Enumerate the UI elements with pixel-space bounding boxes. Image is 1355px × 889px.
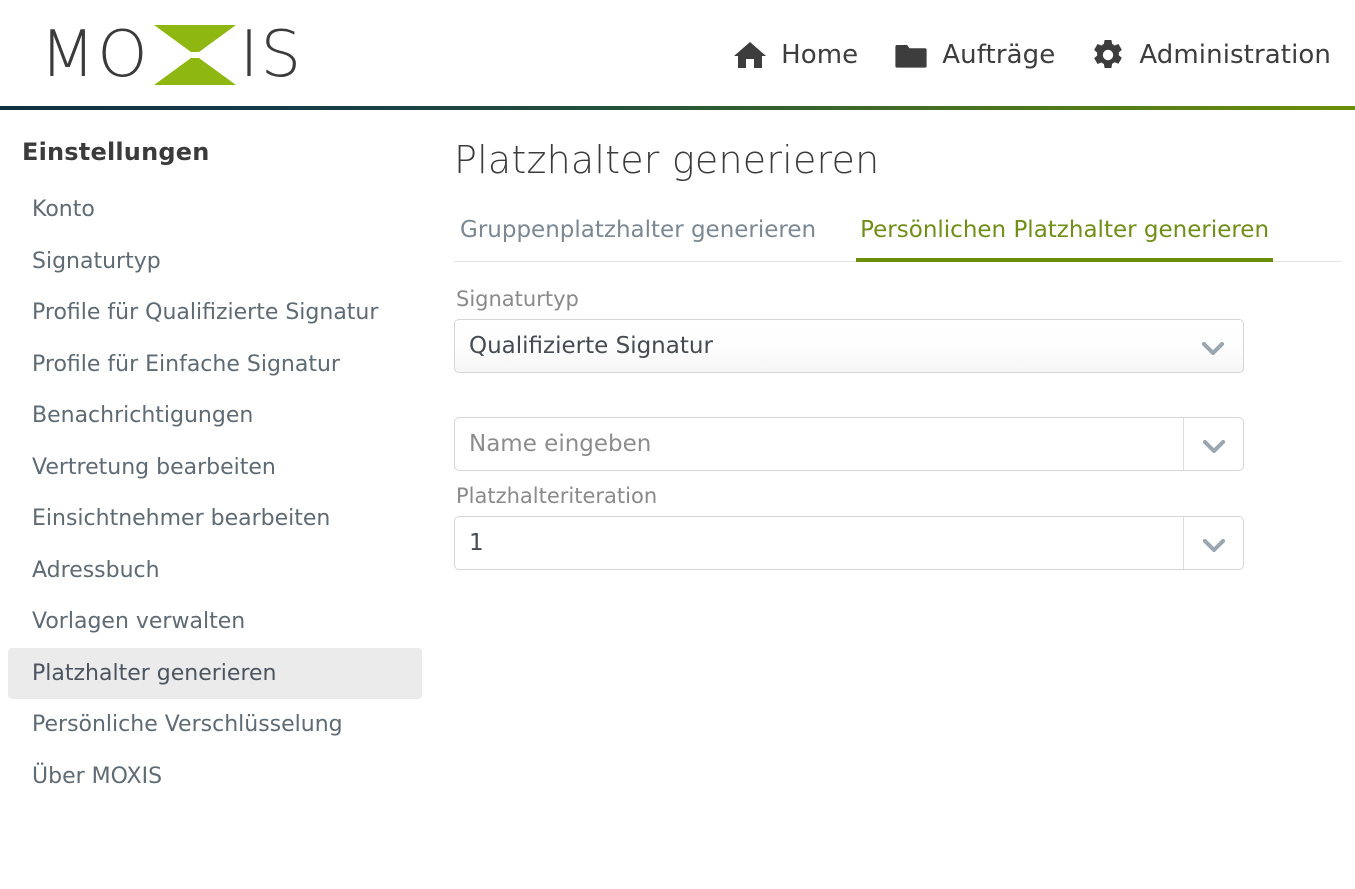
label-platzhalteriteration: Platzhalteriteration: [456, 483, 1244, 510]
nav-item-auftraege[interactable]: Aufträge: [894, 38, 1055, 72]
chevron-down-icon: [1202, 340, 1224, 353]
sidebar-item-vorlagen-verwalten[interactable]: Vorlagen verwalten: [8, 596, 422, 648]
signaturtyp-value: Qualifizierte Signatur: [455, 333, 1183, 359]
form-spacer-small: [454, 471, 1244, 483]
main-content: Platzhalter generieren Gruppenplatzhalte…: [440, 110, 1355, 570]
chevron-down-icon: [1203, 537, 1225, 550]
field-name: Name eingeben: [454, 417, 1244, 471]
tab-gruppenplatzhalter-generieren[interactable]: Gruppenplatzhalter generieren: [456, 216, 820, 262]
logo-text-right: IS: [240, 23, 304, 87]
platzhalteriteration-value[interactable]: 1: [455, 530, 1183, 556]
sidebar-item-profile-qualifizierte-signatur[interactable]: Profile für Qualifizierte Signatur: [8, 287, 422, 339]
page-title: Platzhalter generieren: [454, 138, 1355, 182]
sidebar-list: Konto Signaturtyp Profile für Qualifizie…: [0, 184, 440, 802]
tab-persoenlichen-platzhalter-generieren[interactable]: Persönlichen Platzhalter generieren: [856, 216, 1273, 262]
placeholder-form: Signaturtyp Qualifizierte Signatur: [454, 262, 1244, 571]
name-combobox[interactable]: Name eingeben: [454, 417, 1244, 471]
app-header: MO IS Home: [0, 0, 1355, 110]
home-icon: [733, 38, 767, 72]
app-root: MO IS Home: [0, 0, 1355, 889]
nav-item-home[interactable]: Home: [733, 38, 858, 72]
logo-wordmark: MO IS: [40, 23, 303, 87]
nav-label-auftraege: Aufträge: [942, 40, 1055, 70]
sidebar-item-adressbuch[interactable]: Adressbuch: [8, 545, 422, 597]
app-body: Einstellungen Konto Signaturtyp Profile …: [0, 110, 1355, 889]
name-input[interactable]: Name eingeben: [455, 431, 1183, 457]
main-nav: Home Aufträge Administration: [733, 0, 1331, 110]
name-dropdown-button[interactable]: [1183, 418, 1243, 470]
tab-bar: Gruppenplatzhalter generieren Persönlich…: [454, 216, 1341, 262]
label-signaturtyp: Signaturtyp: [456, 286, 1244, 313]
moxis-logo[interactable]: MO IS: [40, 24, 303, 86]
folder-icon: [894, 38, 928, 72]
nav-label-administration: Administration: [1139, 40, 1331, 70]
field-platzhalteriteration: Platzhalteriteration 1: [454, 483, 1244, 570]
platzhalteriteration-dropdown-button[interactable]: [1183, 517, 1243, 569]
sidebar-item-benachrichtigungen[interactable]: Benachrichtigungen: [8, 390, 422, 442]
chevron-down-icon: [1203, 438, 1225, 451]
header-accent-rule: [0, 106, 1355, 110]
logo-text-left: MO: [40, 23, 150, 87]
nav-label-home: Home: [781, 40, 858, 70]
sidebar-item-vertretung-bearbeiten[interactable]: Vertretung bearbeiten: [8, 442, 422, 494]
sidebar-item-platzhalter-generieren[interactable]: Platzhalter generieren: [8, 648, 422, 700]
sidebar-item-ueber-moxis[interactable]: Über MOXIS: [8, 751, 422, 803]
signaturtyp-select[interactable]: Qualifizierte Signatur: [454, 319, 1244, 373]
moxis-x-icon: [152, 24, 238, 86]
form-spacer: [454, 373, 1244, 417]
sidebar-title: Einstellungen: [0, 138, 440, 166]
sidebar-item-profile-einfache-signatur[interactable]: Profile für Einfache Signatur: [8, 339, 422, 391]
field-signaturtyp: Signaturtyp Qualifizierte Signatur: [454, 286, 1244, 373]
platzhalteriteration-combobox[interactable]: 1: [454, 516, 1244, 570]
settings-sidebar: Einstellungen Konto Signaturtyp Profile …: [0, 110, 440, 802]
sidebar-item-einsichtnehmer-bearbeiten[interactable]: Einsichtnehmer bearbeiten: [8, 493, 422, 545]
signaturtyp-dropdown-button[interactable]: [1183, 320, 1243, 372]
sidebar-item-konto[interactable]: Konto: [8, 184, 422, 236]
gear-icon: [1091, 38, 1125, 72]
sidebar-item-persoenliche-verschluesselung[interactable]: Persönliche Verschlüsselung: [8, 699, 422, 751]
sidebar-item-signaturtyp[interactable]: Signaturtyp: [8, 236, 422, 288]
nav-item-administration[interactable]: Administration: [1091, 38, 1331, 72]
